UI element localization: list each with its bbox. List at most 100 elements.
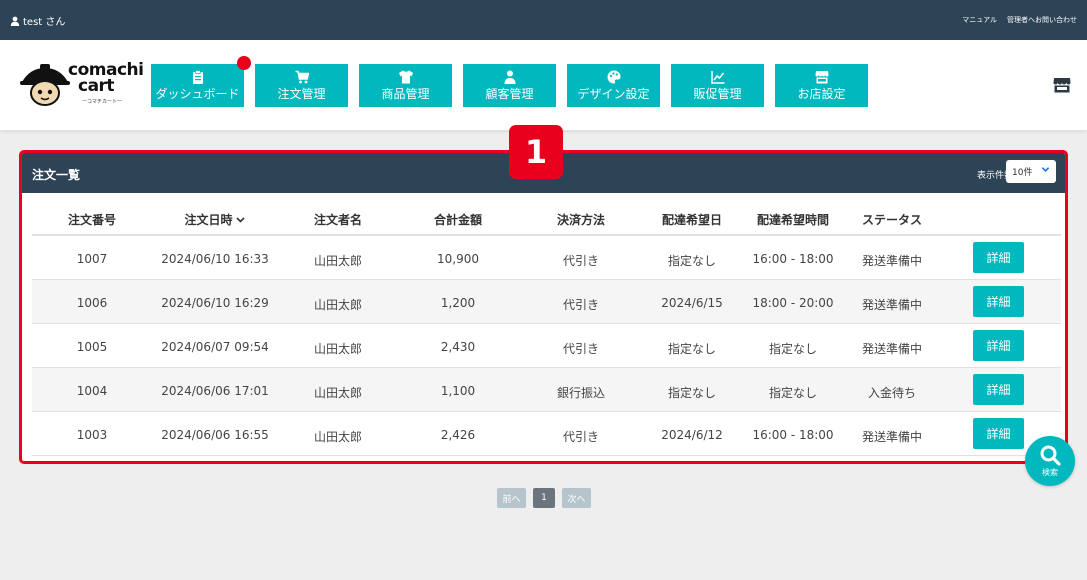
header-payment-method[interactable]: 決済方法 <box>557 211 605 228</box>
contact-admin-link[interactable]: 管理者へお問い合わせ <box>1007 15 1077 25</box>
header-customer-name[interactable]: 注文者名 <box>314 211 362 228</box>
top-links: マニュアル 管理者へお問い合わせ <box>962 15 1077 25</box>
nav-dashboard[interactable]: ダッシュボード <box>151 64 244 107</box>
table-row: 1006 2024/06/10 16:29 山田太郎 1,200 代引き 2024/6/1… <box>32 280 1061 324</box>
cell-total: 10,900 <box>437 252 479 266</box>
cell-payment-method: 代引き <box>562 298 600 312</box>
cell-status: 発送準備中 <box>861 298 923 312</box>
order-list-panel: 注文一覧 表示件数 10件 注文番号 注文日時 注文者名 合計金額 決済方法 配… <box>19 150 1068 464</box>
cell-delivery-date: 2024/6/15 <box>661 296 723 310</box>
nav-products-label: 商品管理 <box>381 86 430 101</box>
table-row: 1007 2024/06/10 16:33 山田太郎 10,900 代引き 指定なし 16:… <box>32 236 1061 280</box>
tshirt-icon <box>398 70 413 83</box>
cell-status: 入金待ち <box>867 386 917 400</box>
detail-button[interactable]: 詳細 <box>973 374 1024 405</box>
cell-total: 2,426 <box>440 428 476 442</box>
chart-line-icon <box>710 70 724 84</box>
cell-customer-name: 山田太郎 <box>313 386 363 400</box>
logo-word-cart: cart <box>78 76 115 96</box>
cell-delivery-time: 16:00 - 18:00 <box>752 252 834 266</box>
cell-delivery-time: 指定なし <box>768 386 818 400</box>
nav-design-settings-label: デザイン設定 <box>577 86 650 101</box>
manual-link[interactable]: マニュアル <box>962 15 997 25</box>
cell-status: 発送準備中 <box>861 254 923 268</box>
cell-status: 発送準備中 <box>861 342 923 356</box>
detail-button[interactable]: 詳細 <box>973 330 1024 361</box>
cart-icon <box>295 70 309 83</box>
header-status[interactable]: ステータス <box>862 211 922 228</box>
nav-store-settings[interactable]: お店設定 <box>775 64 868 107</box>
cell-total: 1,200 <box>440 296 476 310</box>
cell-delivery-date: 指定なし <box>667 342 717 356</box>
chevron-down-icon <box>1041 167 1050 172</box>
cell-status: 発送準備中 <box>861 430 923 444</box>
detail-button[interactable]: 詳細 <box>973 242 1024 273</box>
nav-customers-label: 顧客管理 <box>485 86 534 101</box>
detail-button[interactable]: 詳細 <box>973 418 1024 449</box>
nav-dashboard-label: ダッシュボード <box>155 86 240 101</box>
user-name: test さん <box>23 17 66 28</box>
cell-order-date: 2024/06/10 16:33 <box>161 252 269 266</box>
header: comachi cart ーコマチカートー ダッシュボード 注文管理 商品管理 … <box>0 40 1087 130</box>
nav-products[interactable]: 商品管理 <box>359 64 452 107</box>
search-icon <box>1040 445 1061 466</box>
cell-total: 1,100 <box>440 384 476 398</box>
sort-chevron-down-icon <box>236 216 245 223</box>
mascot-logo-icon <box>20 64 70 106</box>
nav-customers[interactable]: 顧客管理 <box>463 64 556 107</box>
header-delivery-time[interactable]: 配達希望時間 <box>757 211 829 228</box>
header-delivery-date[interactable]: 配達希望日 <box>662 211 722 228</box>
pagination-next[interactable]: 次へ <box>562 488 591 508</box>
table-row: 1004 2024/06/06 17:01 山田太郎 1,100 銀行振込 指定なし 指定な… <box>32 368 1061 412</box>
cell-order-date: 2024/06/06 17:01 <box>161 384 269 398</box>
search-button[interactable]: 検索 <box>1025 436 1075 486</box>
cell-order-id: 1007 <box>76 252 108 266</box>
per-page-select[interactable]: 10件 <box>1006 160 1056 183</box>
palette-icon <box>607 70 620 83</box>
header-order-id[interactable]: 注文番号 <box>68 211 116 228</box>
cell-delivery-date: 2024/6/12 <box>661 428 723 442</box>
pagination-prev[interactable]: 前へ <box>497 488 526 508</box>
notification-badge <box>237 56 251 70</box>
search-button-label: 検索 <box>1042 468 1058 477</box>
cell-customer-name: 山田太郎 <box>313 298 363 312</box>
callout-number: 1 <box>509 125 563 179</box>
nav-promotions-label: 販促管理 <box>693 86 742 101</box>
table-row: 1005 2024/06/07 09:54 山田太郎 2,430 代引き 指定なし 指定なし… <box>32 324 1061 368</box>
header-order-date[interactable]: 注文日時 <box>184 211 245 228</box>
header-total[interactable]: 合計金額 <box>434 211 482 228</box>
cell-order-date: 2024/06/10 16:29 <box>161 296 269 310</box>
table-row: 1003 2024/06/06 16:55 山田太郎 2,426 代引き 2024/6/1… <box>32 412 1061 456</box>
cell-customer-name: 山田太郎 <box>313 430 363 444</box>
cell-delivery-date: 指定なし <box>667 254 717 268</box>
cell-order-id: 1003 <box>76 428 108 442</box>
cell-order-date: 2024/06/06 16:55 <box>161 428 269 442</box>
cell-payment-method: 代引き <box>562 254 600 268</box>
top-bar: test さん マニュアル 管理者へお問い合わせ <box>0 0 1087 40</box>
nav-orders[interactable]: 注文管理 <box>255 64 348 107</box>
detail-button[interactable]: 詳細 <box>973 286 1024 317</box>
pagination-page-1[interactable]: 1 <box>533 488 555 508</box>
cell-order-id: 1006 <box>76 296 108 310</box>
nav-design-settings[interactable]: デザイン設定 <box>567 64 660 107</box>
cell-customer-name: 山田太郎 <box>313 254 363 268</box>
nav-promotions[interactable]: 販促管理 <box>671 64 764 107</box>
per-page-value: 10件 <box>1012 168 1033 178</box>
storefront-icon[interactable] <box>1053 77 1071 93</box>
user-icon <box>10 16 20 26</box>
cell-delivery-date: 指定なし <box>667 386 717 400</box>
store-icon <box>815 70 828 83</box>
cell-order-id: 1004 <box>76 384 108 398</box>
logo[interactable]: comachi cart ーコマチカートー <box>20 60 144 110</box>
cell-customer-name: 山田太郎 <box>313 342 363 356</box>
cell-delivery-time: 18:00 - 20:00 <box>752 296 834 310</box>
user-menu[interactable]: test さん <box>10 13 65 28</box>
cell-payment-method: 銀行振込 <box>556 386 606 400</box>
cell-payment-method: 代引き <box>562 342 600 356</box>
cell-total: 2,430 <box>440 340 476 354</box>
nav-store-settings-label: お店設定 <box>797 86 846 101</box>
cell-order-date: 2024/06/07 09:54 <box>161 340 269 354</box>
cell-delivery-time: 16:00 - 18:00 <box>752 428 834 442</box>
clipboard-icon <box>192 69 203 84</box>
cell-order-id: 1005 <box>76 340 108 354</box>
